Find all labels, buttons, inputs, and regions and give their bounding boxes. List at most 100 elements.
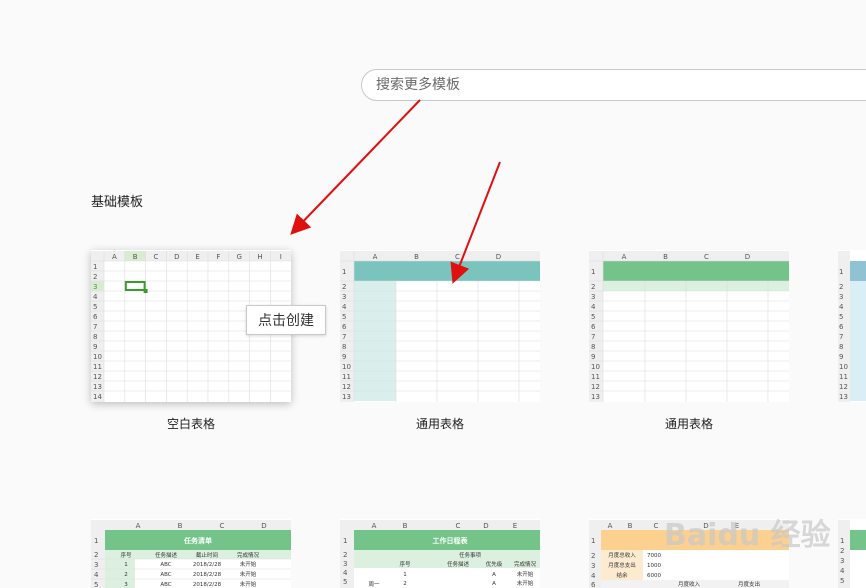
table-cell: 未开始 [240, 560, 257, 568]
row-header: 9 [591, 353, 595, 361]
template-card-partial-bottom[interactable]: 1 2 3 4 5 [838, 519, 866, 588]
row-header: 7 [93, 323, 97, 331]
column-header: D [174, 253, 179, 261]
search-input[interactable] [374, 76, 858, 94]
table-cell: ABC [160, 562, 171, 568]
row-header: 6 [342, 323, 347, 331]
row-header: 2 [342, 283, 346, 291]
table-header: 序号 [399, 560, 411, 568]
row-header: 8 [342, 343, 346, 351]
svg-text:1: 1 [94, 537, 98, 545]
row-header: 13 [342, 393, 351, 401]
column-header: A [373, 253, 378, 261]
column-header: A [622, 253, 627, 261]
row-header: 4 [840, 567, 845, 575]
template-card-partial[interactable]: 1 2 3 4 5 6 7 8 9 10 11 12 13 [838, 250, 866, 402]
row-header: 2 [343, 551, 347, 559]
column-header: B [403, 522, 408, 530]
column-header: C [154, 253, 159, 261]
row-header: 3 [591, 562, 595, 570]
row-header: 12 [839, 383, 848, 391]
column-header: C [455, 253, 460, 261]
row-header: 10 [93, 353, 102, 361]
side-label: 周一 [368, 581, 380, 588]
column-header: C [704, 253, 709, 261]
row-header: 3 [342, 293, 346, 301]
footer-label: 月度支出 [738, 580, 760, 588]
row-header: 3 [839, 293, 843, 301]
row-header: 5 [342, 313, 346, 321]
template-card-task-list[interactable]: A B C D 任务清单 1 序号 任务描述 截止时间 完成情况 2 3 1 ABC 2018/2/28 未开… [91, 519, 291, 588]
row-header: 4 [342, 303, 347, 311]
row-header: 7 [591, 333, 595, 341]
row-header: 1 [591, 268, 595, 276]
table-cell: 未开始 [240, 570, 257, 578]
row-header: 11 [839, 373, 848, 381]
column-header: B [133, 253, 138, 261]
column-header: B [663, 253, 668, 261]
table-cell: 2018/2/28 [193, 582, 222, 588]
row-header: 11 [342, 373, 351, 381]
template-label-general-2: 通用表格 [664, 417, 713, 431]
watermark: Baidu 经验 [664, 518, 831, 553]
table-cell: ABC [160, 572, 171, 578]
row-header: 13 [839, 393, 848, 401]
row-header: 6 [591, 323, 596, 331]
template-card-general-2[interactable]: A B C D 1 2 3 4 5 6 7 8 9 10 11 12 13 [589, 250, 789, 402]
table-cell: A [492, 572, 496, 578]
table-cell: 1 [124, 562, 128, 568]
row-header: 2 [839, 283, 843, 291]
row-header: 14 [93, 393, 102, 401]
row-header: 6 [93, 313, 98, 321]
column-header: E [513, 522, 517, 530]
column-header: I [280, 253, 282, 261]
column-header: H [257, 253, 262, 261]
row-header: 4 [591, 303, 596, 311]
row-header: 12 [342, 383, 351, 391]
row-header: 4 [839, 303, 844, 311]
table-cell: 未开始 [517, 570, 534, 578]
budget-value: 7000 [647, 553, 661, 559]
template-card-general-1[interactable]: A B C D 1 2 3 4 5 6 7 8 9 10 11 12 13 [340, 250, 540, 402]
row-header: 1 [343, 537, 347, 545]
row-header: 3 [840, 557, 844, 565]
table-cell: 3 [124, 582, 128, 588]
column-header: E [195, 253, 199, 261]
row-header: 10 [591, 363, 600, 371]
search-bar[interactable] [361, 69, 866, 101]
row-header: 2 [591, 552, 595, 560]
subheader: 任务事项 [459, 551, 482, 559]
budget-label: 结余 [616, 571, 628, 579]
column-header: D [261, 522, 266, 530]
table-cell: 2 [124, 572, 128, 578]
svg-text:2: 2 [94, 551, 98, 559]
general-sheet-preview: A B C D12345678910111213 [340, 250, 540, 402]
table-header: 序号 [120, 551, 132, 559]
column-header: D [483, 522, 488, 530]
table-cell: 2018/2/28 [193, 562, 222, 568]
create-tooltip[interactable]: 点击创建 [246, 305, 326, 335]
table-cell: 未开始 [240, 580, 257, 588]
row-header: 8 [93, 333, 97, 341]
svg-text:1: 1 [591, 537, 595, 545]
table-cell: 1 [403, 572, 407, 578]
sheet-preview-partial-bottom: 1 2 3 4 5 [838, 519, 866, 588]
row-header: 3 [591, 293, 595, 301]
row-header: 7 [342, 333, 346, 341]
template-card-schedule[interactable]: A B C D E 工作日程表 任务事项 序号 任务描述 优先级 完成情况 1 2 3 4 5 1 A 未开始 2 A 未… [340, 519, 540, 588]
sheet-preview-partial: 12345678910111213 [838, 250, 866, 402]
table-header: 完成情况 [514, 560, 537, 568]
column-header: C [220, 522, 225, 530]
template-label-blank: 空白表格 [166, 417, 215, 431]
sheet-title: 任务清单 [183, 536, 212, 545]
row-header: 3 [343, 560, 347, 568]
row-header: 13 [93, 383, 102, 391]
row-header: 2 [840, 547, 844, 555]
row-header: 5 [839, 313, 843, 321]
row-header: 1 [840, 537, 844, 545]
table-cell: 2 [403, 581, 407, 587]
row-header: 5 [93, 303, 97, 311]
table-header: 截止时间 [196, 551, 218, 559]
column-header: C [456, 522, 461, 530]
column-header: D [745, 253, 750, 261]
